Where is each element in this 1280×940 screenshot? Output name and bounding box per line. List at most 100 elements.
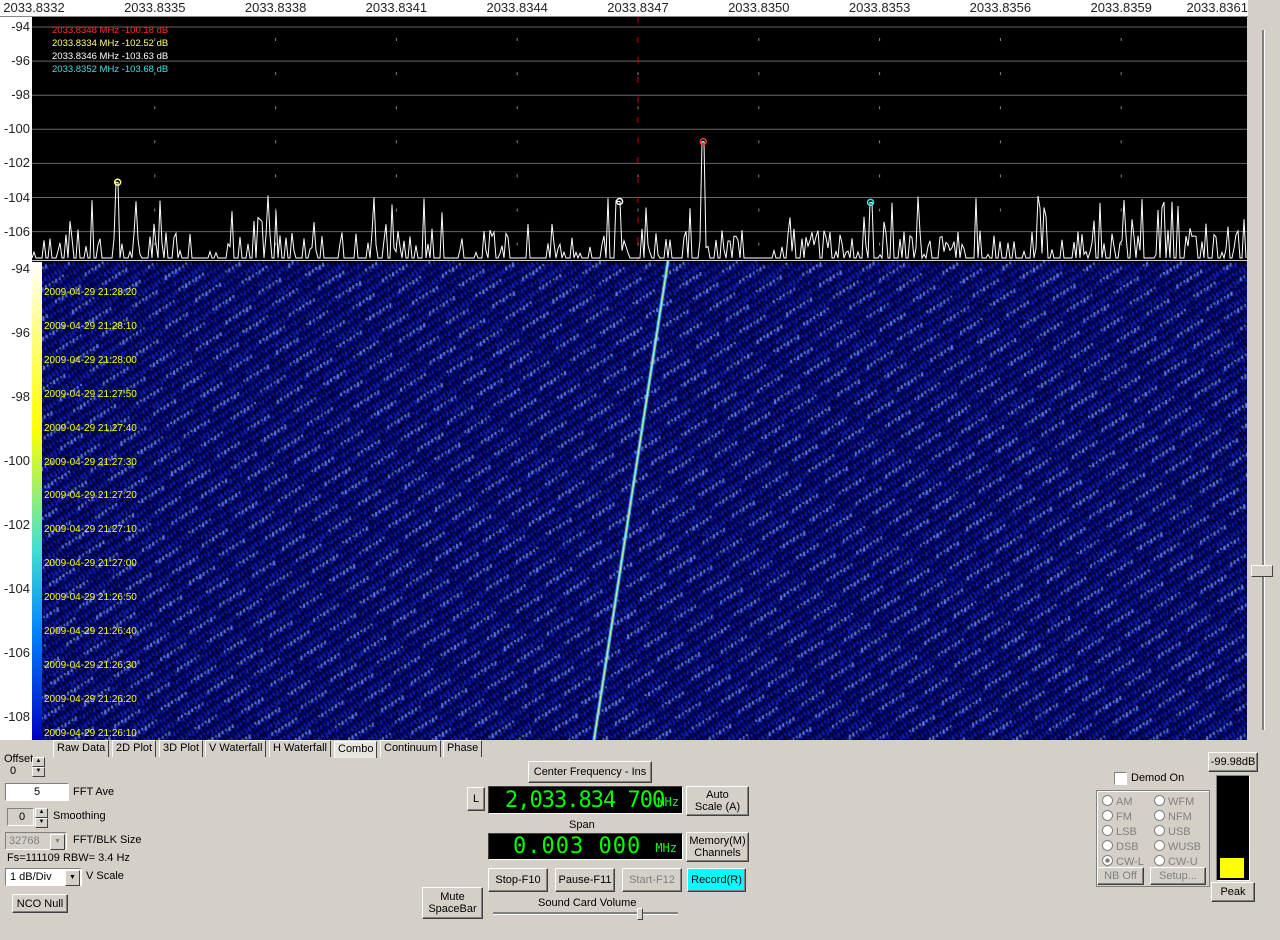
- fft-blk-select[interactable]: 32768 ▼: [5, 832, 67, 850]
- waterfall-y-tick-label: -100: [3, 453, 30, 468]
- nb-off-button[interactable]: NB Off: [1097, 867, 1144, 885]
- sound-volume-label: Sound Card Volume: [538, 897, 637, 909]
- marker-readout: 2033.8352 MHz -103.68 dB: [52, 64, 169, 75]
- span-display[interactable]: 0.003 000 MHz: [488, 833, 683, 860]
- waterfall-y-tick-label: -108: [3, 709, 30, 724]
- peak-button[interactable]: Peak: [1211, 882, 1255, 902]
- x-tick-label: 2033.8353: [848, 0, 911, 15]
- x-tick-label: 2033.8347: [607, 0, 669, 15]
- waterfall-plot[interactable]: [32, 261, 1247, 740]
- level-meter: [1216, 775, 1250, 881]
- waterfall-timestamp: 2009-04-29 21:28:20: [44, 287, 137, 298]
- pause-button[interactable]: Pause-F11: [555, 868, 615, 892]
- waterfall-y-tick-label: -106: [3, 645, 30, 660]
- spectrum-y-tick-label: -102: [3, 155, 30, 171]
- waterfall-timestamp: 2009-04-29 21:26:50: [44, 592, 137, 604]
- tab-combo[interactable]: Combo: [334, 741, 378, 758]
- demod-radio-wfm[interactable]: WFM: [1154, 795, 1194, 808]
- sound-volume-thumb[interactable]: [637, 908, 644, 920]
- tab-h-waterfall[interactable]: H Waterfall: [269, 740, 331, 757]
- nco-null-button[interactable]: NCO Null: [12, 894, 68, 913]
- tab-continuum[interactable]: Continuum: [380, 740, 442, 757]
- radio-icon: [1154, 855, 1165, 866]
- smoothing-input[interactable]: 0: [7, 808, 34, 826]
- vertical-slider-thumb[interactable]: [1251, 565, 1273, 577]
- frequency-value: 2,033.834 700: [505, 788, 665, 813]
- radio-icon: [1154, 810, 1165, 821]
- chevron-down-icon: ▼: [65, 870, 80, 886]
- waterfall-timestamp: 2009-04-29 21:27:40: [44, 422, 137, 434]
- auto-scale-button[interactable]: Auto Scale (A): [686, 786, 749, 816]
- tab-phase[interactable]: Phase: [443, 740, 483, 757]
- frequency-axis: 2033.8332 2033.8335 2033.8338 2033.8341 2033…: [0, 0, 1248, 17]
- x-tick-label: 2033.8335: [124, 0, 186, 15]
- demod-radio-lsb[interactable]: LSB: [1102, 825, 1137, 838]
- frequency-display[interactable]: 2,033.834 700 MHz: [488, 786, 683, 814]
- waterfall-y-tick-label: -96: [11, 325, 30, 340]
- waterfall-timestamp: 2009-04-29 21:27:50: [44, 388, 137, 400]
- x-tick-label: 2033.8350: [728, 0, 790, 15]
- span-label: Span: [569, 819, 595, 831]
- spectrum-y-tick-label: -100: [3, 121, 30, 137]
- vscale-label: V Scale: [86, 870, 124, 882]
- marker-readout: 2033.8334 MHz -102.52 dB: [52, 38, 169, 49]
- radio-icon: [1102, 840, 1113, 851]
- demod-on-checkbox[interactable]: [1114, 772, 1127, 785]
- setup-button[interactable]: Setup...: [1150, 867, 1206, 885]
- level-readout: -99.98dB: [1208, 752, 1258, 772]
- fft-blk-label: FFT/BLK Size: [73, 834, 142, 846]
- x-tick-label: 2033.8359: [1090, 0, 1152, 15]
- radio-icon: [1154, 795, 1165, 806]
- offset-spinner[interactable]: ▲ ▼: [32, 757, 45, 777]
- frequency-unit: MHz: [657, 795, 679, 809]
- span-value: 0.003 000: [513, 834, 642, 859]
- waterfall-timestamp: 2009-04-29 21:27:10: [44, 524, 137, 536]
- waterfall-timestamp: 2009-04-29 21:28:00: [44, 354, 137, 366]
- vscale-select[interactable]: 1 dB/Div ▼: [5, 868, 82, 886]
- waterfall-timestamp: 2009-04-29 21:26:30: [44, 659, 137, 671]
- fft-ave-input[interactable]: 5: [5, 783, 69, 801]
- x-tick-label: 2033.8361: [1186, 0, 1248, 15]
- waterfall-y-tick-label: -104: [3, 581, 30, 596]
- x-tick-label: 2033.8332: [3, 0, 65, 15]
- tab-raw-data[interactable]: Raw Data: [53, 740, 110, 757]
- waterfall-timestamp: 2009-04-29 21:26:40: [44, 626, 137, 637]
- demod-radio-dsb[interactable]: DSB: [1102, 840, 1139, 853]
- spectrum-plot[interactable]: 2033.8348 MHz -100.18 dB 2033.8334 MHz -1…: [32, 17, 1247, 260]
- demod-radio-am[interactable]: AM: [1102, 795, 1133, 808]
- level-meter-fill: [1220, 858, 1244, 878]
- mute-button[interactable]: Mute SpaceBar: [422, 887, 483, 919]
- demod-radio-usb[interactable]: USB: [1154, 825, 1191, 838]
- vertical-slider-track[interactable]: [1262, 30, 1265, 730]
- demod-radio-wusb[interactable]: WUSB: [1154, 840, 1201, 853]
- waterfall-timestamp: 2009-04-29 21:26:10: [44, 727, 137, 739]
- demod-radio-nfm[interactable]: NFM: [1154, 810, 1192, 823]
- waterfall-colorbar: [32, 262, 42, 740]
- spectrum-y-tick-label: -96: [11, 53, 30, 69]
- spectrum-y-tick-label: -98: [11, 87, 30, 103]
- x-tick-label: 2033.8356: [969, 0, 1032, 15]
- span-unit: MHz: [655, 841, 677, 855]
- demod-on-label: Demod On: [1131, 772, 1185, 784]
- offset-value: 0: [10, 765, 17, 777]
- record-button[interactable]: Record(R): [687, 868, 746, 892]
- demod-radio-fm[interactable]: FM: [1102, 810, 1132, 823]
- radio-icon: [1102, 855, 1113, 866]
- tab-3d-plot[interactable]: 3D Plot: [159, 740, 204, 757]
- waterfall-y-tick-label: -94: [11, 261, 30, 276]
- l-button[interactable]: L: [467, 787, 485, 811]
- tab-2d-plot[interactable]: 2D Plot: [112, 740, 157, 757]
- x-tick-label: 2033.8338: [244, 0, 307, 15]
- marker-readout: 2033.8346 MHz -103.63 dB: [52, 51, 169, 62]
- tab-v-waterfall[interactable]: V Waterfall: [205, 740, 267, 757]
- start-button[interactable]: Start-F12: [622, 868, 682, 892]
- fft-ave-label: FFT Ave: [73, 786, 115, 798]
- smoothing-spinner[interactable]: ▲ ▼: [35, 808, 48, 828]
- radio-icon: [1102, 825, 1113, 836]
- offset-label: Offset: [4, 753, 34, 765]
- memory-channels-button[interactable]: Memory(M) Channels: [686, 832, 749, 862]
- sound-volume-slider[interactable]: [493, 912, 678, 915]
- center-frequency-button[interactable]: Center Frequency - Ins: [528, 761, 652, 783]
- stop-button[interactable]: Stop-F10: [488, 868, 548, 892]
- radio-icon: [1102, 795, 1113, 806]
